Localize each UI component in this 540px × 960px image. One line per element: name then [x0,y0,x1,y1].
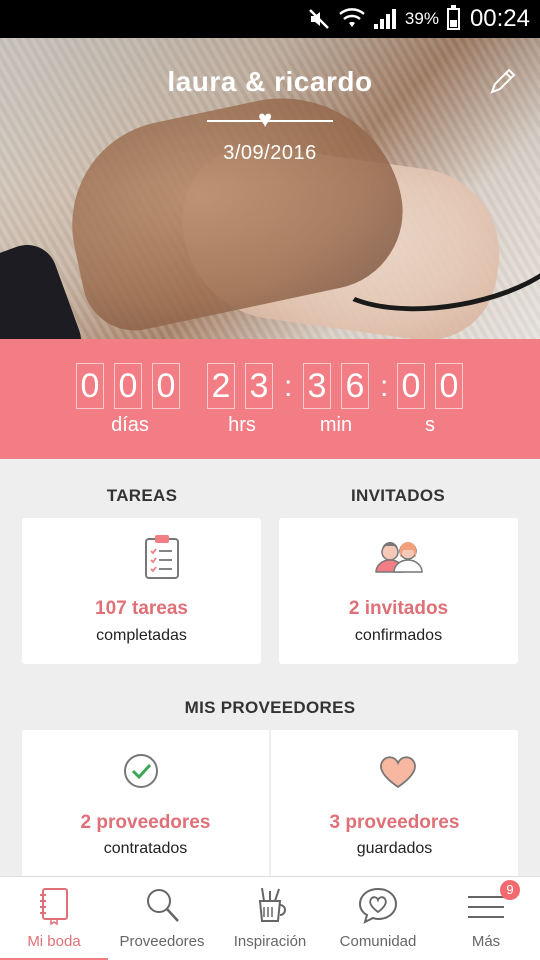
minutes-digit: 3 [303,363,331,409]
heart-icon: ♥ [258,106,273,133]
nav-proveedores[interactable]: Proveedores [108,877,216,960]
mute-icon [309,9,329,29]
chat-heart-icon [358,887,398,924]
vendors-title: MIS PROVEEDORES [184,698,356,717]
seconds-digit: 0 [397,363,425,409]
nav-mi-boda[interactable]: Mi boda [0,877,108,960]
signal-icon [373,9,396,29]
guests-card[interactable]: 2 invitados confirmados [279,518,518,664]
invitados-title: INVITADOS [350,486,445,505]
search-icon [147,889,179,922]
countdown-panel: 0 0 0 2 3 : 3 6 : 0 0 [0,339,540,459]
saved-vendors-count: 3 proveedores [329,812,460,833]
cover-photo: laura & ricardo ♥ 3/09/2016 [0,38,540,339]
guests-count: 2 invitados [348,598,449,619]
status-bar: 39% 00:24 [0,0,540,38]
nav-label: Inspiración [233,933,307,950]
tasks-card[interactable]: 107 tareas completadas [22,518,261,664]
countdown-separator: : [380,370,389,403]
days-digit: 0 [76,363,104,409]
bottom-nav: Mi boda Proveedores Inspiración Comunida… [0,876,540,960]
pencil-cup-icon [258,887,286,922]
couple-names: laura & ricardo [167,66,373,97]
saved-vendors-card[interactable]: 3 proveedores guardados [271,730,518,876]
tasks-count: 107 tareas [95,598,188,619]
nav-mas[interactable]: 9 Más [432,877,540,960]
nav-label: Más [471,933,501,950]
hired-vendors-status: contratados [103,840,188,857]
hours-digit: 2 [207,363,235,409]
nav-inspiracion[interactable]: Inspiración [216,877,324,960]
hours-label: hrs [228,414,256,436]
heart-icon [380,756,416,789]
wedding-date: 3/09/2016 [223,142,317,164]
hired-vendors-count: 2 proveedores [80,812,211,833]
seconds-digit: 0 [435,363,463,409]
days-digit: 0 [114,363,142,409]
saved-vendors-status: guardados [356,840,433,857]
notebook-icon [40,888,68,925]
days-digit: 0 [152,363,180,409]
nav-label: Proveedores [119,933,205,950]
guests-icon [375,542,423,573]
minutes-digit: 6 [341,363,369,409]
minutes-label: min [319,414,353,436]
nav-label: Comunidad [339,933,417,950]
checkmark-circle-icon [124,754,158,788]
seconds-label: s [425,414,435,436]
nav-label: Mi boda [27,933,81,950]
clock: 00:24 [469,5,530,32]
battery-icon [446,5,460,30]
pencil-icon[interactable] [486,66,518,98]
notification-badge: 9 [500,880,520,900]
clipboard-checklist-icon [145,535,179,579]
hired-vendors-card[interactable]: 2 proveedores contratados [22,730,269,876]
tasks-status: completadas [96,627,187,644]
wifi-icon [339,8,365,27]
guests-status: confirmados [354,627,443,644]
heart-divider: ♥ [207,106,333,133]
hours-digit: 3 [245,363,273,409]
days-label: días [111,414,149,436]
countdown-separator: : [284,370,293,403]
nav-comunidad[interactable]: Comunidad [324,877,432,960]
tareas-title: TAREAS [106,486,178,505]
battery-percent: 39% [404,9,439,28]
